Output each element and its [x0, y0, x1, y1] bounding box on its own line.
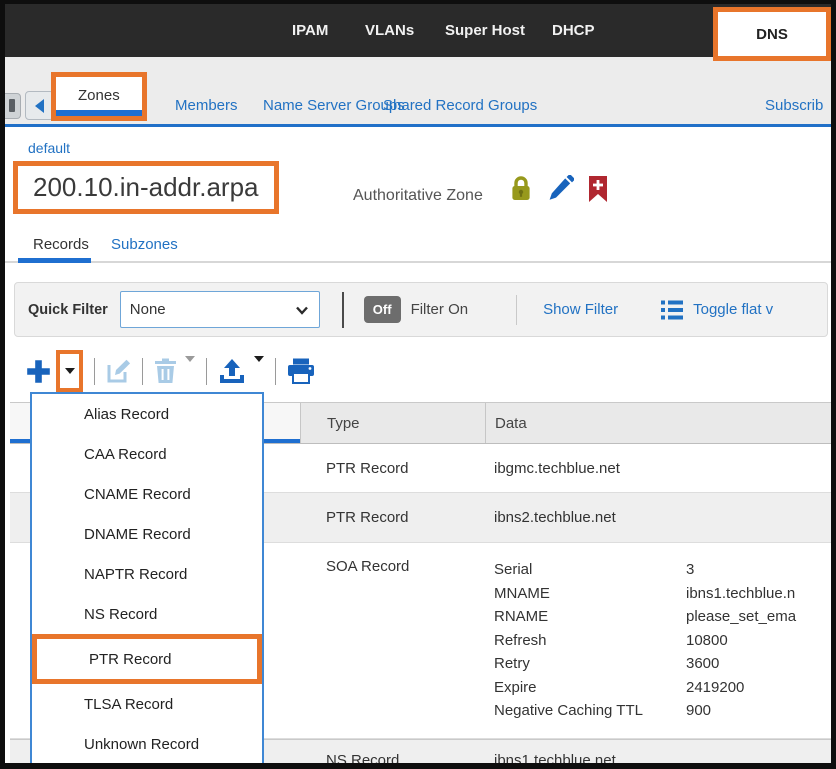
top-nav-bar: IPAM VLANs Super Host DHCP — [5, 4, 831, 57]
menu-item-ptr-record[interactable]: PTR Record — [32, 634, 262, 684]
column-header-type[interactable]: Type — [300, 403, 485, 443]
collapse-tabs-button[interactable] — [25, 91, 54, 120]
breadcrumb-default-view[interactable]: default — [28, 140, 70, 156]
filter-bar: Quick Filter None Off Filter On Show Fil… — [14, 282, 828, 337]
soa-field-value: 2419200 — [686, 676, 744, 700]
tab-shared-record-groups[interactable]: Shared Record Groups — [383, 97, 537, 114]
menu-item-cname-record[interactable]: CNAME Record — [32, 474, 262, 514]
record-type: SOA Record — [300, 558, 485, 575]
soa-field-key: Retry — [494, 652, 686, 676]
soa-field-value: 10800 — [686, 629, 728, 653]
dns-subnav: Zones Members Name Server Groups Shared … — [5, 57, 831, 127]
column-header-data[interactable]: Data — [485, 403, 831, 443]
quick-filter-select[interactable]: None — [120, 291, 320, 328]
add-record-menu: Alias Record CAA Record CNAME Record DNA… — [30, 392, 264, 769]
divider — [206, 358, 207, 385]
tab-super-host[interactable]: Super Host — [445, 4, 525, 57]
caret-down-icon — [185, 356, 195, 379]
divider — [342, 292, 344, 328]
soa-field-key: Negative Caching TTL — [494, 699, 686, 723]
toggle-flat-view-link[interactable]: Toggle flat v — [693, 301, 773, 318]
menu-item-naptr-record[interactable]: NAPTR Record — [32, 554, 262, 594]
export-dropdown-caret[interactable] — [254, 362, 264, 380]
soa-field-value: ibns1.techblue.n — [686, 582, 795, 606]
soa-field-value: 3600 — [686, 652, 719, 676]
tab-ipam[interactable]: IPAM — [292, 4, 328, 57]
active-tab-underline — [56, 110, 142, 116]
add-record-dropdown-caret[interactable] — [56, 350, 83, 392]
caret-down-icon — [65, 368, 75, 374]
filter-on-label: Filter On — [411, 301, 469, 318]
records-toolbar — [25, 348, 315, 394]
tab-vlans[interactable]: VLANs — [365, 4, 414, 57]
tab-records[interactable]: Records — [33, 236, 89, 253]
tab-zones-label: Zones — [56, 77, 142, 110]
menu-item-ns-record[interactable]: NS Record — [32, 594, 262, 634]
show-filter-link[interactable]: Show Filter — [543, 301, 618, 318]
export-upload-icon[interactable] — [218, 358, 246, 385]
tab-zones[interactable]: Zones — [51, 72, 147, 121]
divider — [275, 358, 276, 385]
soa-field-key: MNAME — [494, 582, 686, 606]
chevron-down-icon — [294, 302, 310, 318]
tab-subzones[interactable]: Subzones — [111, 236, 178, 253]
record-type: PTR Record — [300, 509, 485, 526]
record-type: PTR Record — [300, 460, 485, 477]
divider — [142, 358, 143, 385]
chevron-left-icon — [35, 99, 44, 113]
tab-subscriber[interactable]: Subscrib — [765, 97, 823, 114]
filter-off-toggle[interactable]: Off — [364, 296, 401, 323]
delete-dropdown-caret[interactable] — [185, 362, 195, 380]
records-active-underline — [18, 258, 91, 263]
delete-record-icon[interactable] — [154, 358, 177, 384]
soa-field-key: Serial — [494, 558, 686, 582]
menu-item-unknown-record[interactable]: Unknown Record — [32, 724, 262, 764]
record-type: NS Record — [300, 752, 485, 769]
menu-item-alias-record[interactable]: Alias Record — [32, 394, 262, 434]
lock-icon — [509, 175, 535, 203]
app-window: IPAM VLANs Super Host DHCP DNS Zones Mem… — [0, 0, 836, 769]
list-tree-icon[interactable] — [660, 299, 684, 321]
soa-field-key: Refresh — [494, 629, 686, 653]
record-data: ibgmc.techblue.net — [485, 460, 831, 477]
record-data: ibns1.techblue.net — [485, 752, 831, 769]
soa-field-key: RNAME — [494, 605, 686, 629]
zone-type-label: Authoritative Zone — [353, 187, 483, 205]
tab-members[interactable]: Members — [175, 97, 238, 114]
soa-field-value: please_set_ema — [686, 605, 796, 629]
divider — [516, 295, 517, 325]
soa-field-value: 3 — [686, 558, 694, 582]
add-record-icon[interactable] — [25, 358, 52, 385]
caret-down-icon — [254, 356, 264, 379]
edit-record-icon[interactable] — [106, 359, 131, 384]
quick-filter-value: None — [130, 301, 166, 318]
menu-item-tlsa-record[interactable]: TLSA Record — [32, 684, 262, 724]
quick-filter-label: Quick Filter — [28, 302, 108, 318]
zone-title: 200.10.in-addr.arpa — [13, 161, 279, 214]
side-panel-handle[interactable] — [5, 93, 21, 119]
print-icon[interactable] — [287, 358, 315, 384]
soa-field-key: Expire — [494, 676, 686, 700]
divider — [94, 358, 95, 385]
edit-pencil-icon[interactable] — [547, 175, 573, 203]
tab-dhcp[interactable]: DHCP — [552, 4, 595, 57]
record-data: Serial3 MNAMEibns1.techblue.n RNAMEpleas… — [485, 558, 831, 723]
menu-item-dname-record[interactable]: DNAME Record — [32, 514, 262, 554]
tab-dns[interactable]: DNS — [713, 7, 831, 61]
menu-item-caa-record[interactable]: CAA Record — [32, 434, 262, 474]
record-data: ibns2.techblue.net — [485, 509, 831, 526]
soa-field-value: 900 — [686, 699, 711, 723]
tabs-divider-line — [5, 261, 831, 263]
bookmark-add-icon[interactable] — [587, 175, 613, 203]
